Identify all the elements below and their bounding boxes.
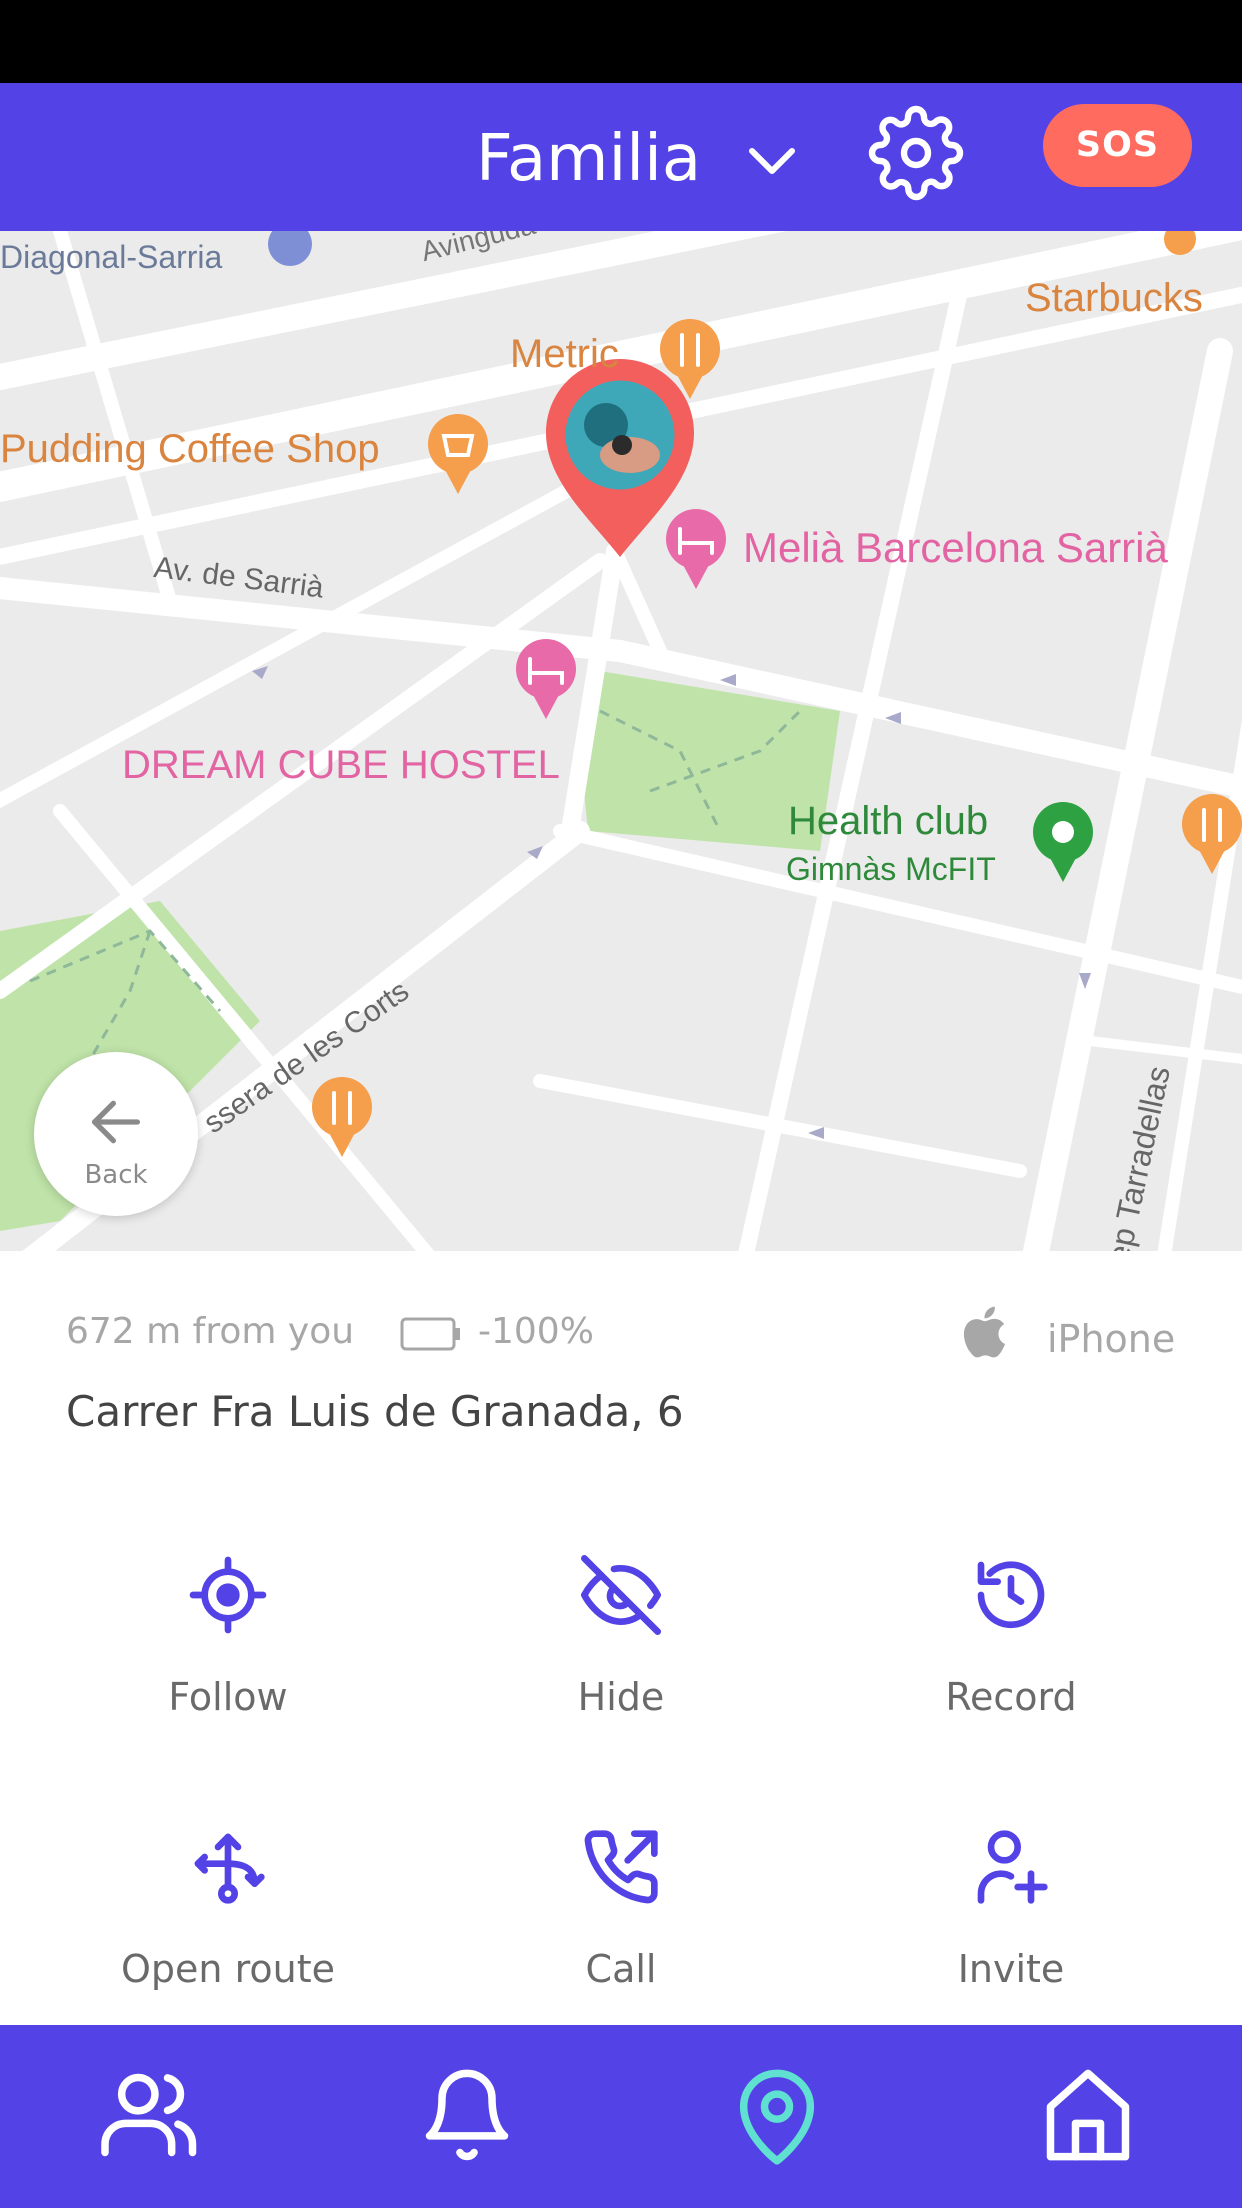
open-route-label: Open route <box>121 1947 335 1991</box>
history-icon <box>977 1561 1045 1629</box>
hide-label: Hide <box>577 1675 665 1719</box>
people-icon <box>101 2073 197 2157</box>
address-text: Carrer Fra Luis de Granada, 6 <box>66 1387 684 1436</box>
status-bar <box>0 0 1242 83</box>
bottom-tab-bar <box>0 2025 1242 2208</box>
record-button[interactable]: Record <box>831 1555 1191 1755</box>
battery-level: -100% <box>478 1311 594 1352</box>
header: Familia SOS <box>0 83 1242 231</box>
eye-off-icon <box>581 1555 661 1635</box>
follow-button[interactable]: Follow <box>48 1555 408 1755</box>
tab-notifications[interactable] <box>412 2065 522 2165</box>
gear-icon[interactable] <box>868 105 964 201</box>
call-label: Call <box>585 1947 657 1991</box>
sos-button[interactable]: SOS <box>1043 104 1192 187</box>
bell-icon <box>425 2069 509 2161</box>
distance-text: 672 m from you <box>66 1311 355 1352</box>
follow-label: Follow <box>168 1675 288 1719</box>
location-pin-icon <box>739 2069 815 2165</box>
map-label-melia: Melià Barcelona Sarrià <box>743 524 1168 571</box>
apple-icon <box>963 1306 1006 1358</box>
open-route-button[interactable]: Open route <box>48 1827 408 2027</box>
map-label-pudding-coffee: Pudding Coffee Shop <box>0 427 380 471</box>
member-info-panel: 672 m from you -100% iPhone Carrer Fra L… <box>0 1251 1242 2025</box>
chevron-down-icon[interactable] <box>744 133 800 189</box>
invite-label: Invite <box>957 1947 1065 1991</box>
tab-home[interactable] <box>1033 2065 1143 2165</box>
record-label: Record <box>945 1675 1077 1719</box>
arrow-left-icon <box>92 1100 140 1144</box>
map-view[interactable]: Diagonal-Sarria Avinguda Starbucks Metri… <box>0 231 1242 1251</box>
back-button[interactable]: Back <box>34 1052 198 1216</box>
home-icon <box>1046 2069 1130 2161</box>
hide-button[interactable]: Hide <box>441 1555 801 1755</box>
route-split-icon <box>194 1833 265 1904</box>
tab-people[interactable] <box>100 2065 210 2165</box>
map-label-diagonal-sarria: Diagonal-Sarria <box>0 239 223 275</box>
map-label-health-club: Health club <box>788 799 989 843</box>
invite-button[interactable]: Invite <box>831 1827 1191 2027</box>
map-label-metric: Metric <box>510 332 619 376</box>
map-label-starbucks: Starbucks <box>1025 276 1203 320</box>
call-button[interactable]: Call <box>441 1827 801 2027</box>
device-name: iPhone <box>1047 1317 1176 1361</box>
tab-map[interactable] <box>722 2065 832 2165</box>
battery-icon <box>400 1317 460 1351</box>
map-label-gimnas: Gimnàs McFIT <box>786 851 996 887</box>
crosshair-icon <box>189 1556 267 1634</box>
back-label: Back <box>84 1160 148 1190</box>
phone-outgoing-icon <box>584 1830 658 1904</box>
user-plus-icon <box>977 1830 1048 1904</box>
group-selector-title[interactable]: Familia <box>476 119 701 199</box>
map-label-dream-cube: DREAM CUBE HOSTEL <box>122 743 560 787</box>
